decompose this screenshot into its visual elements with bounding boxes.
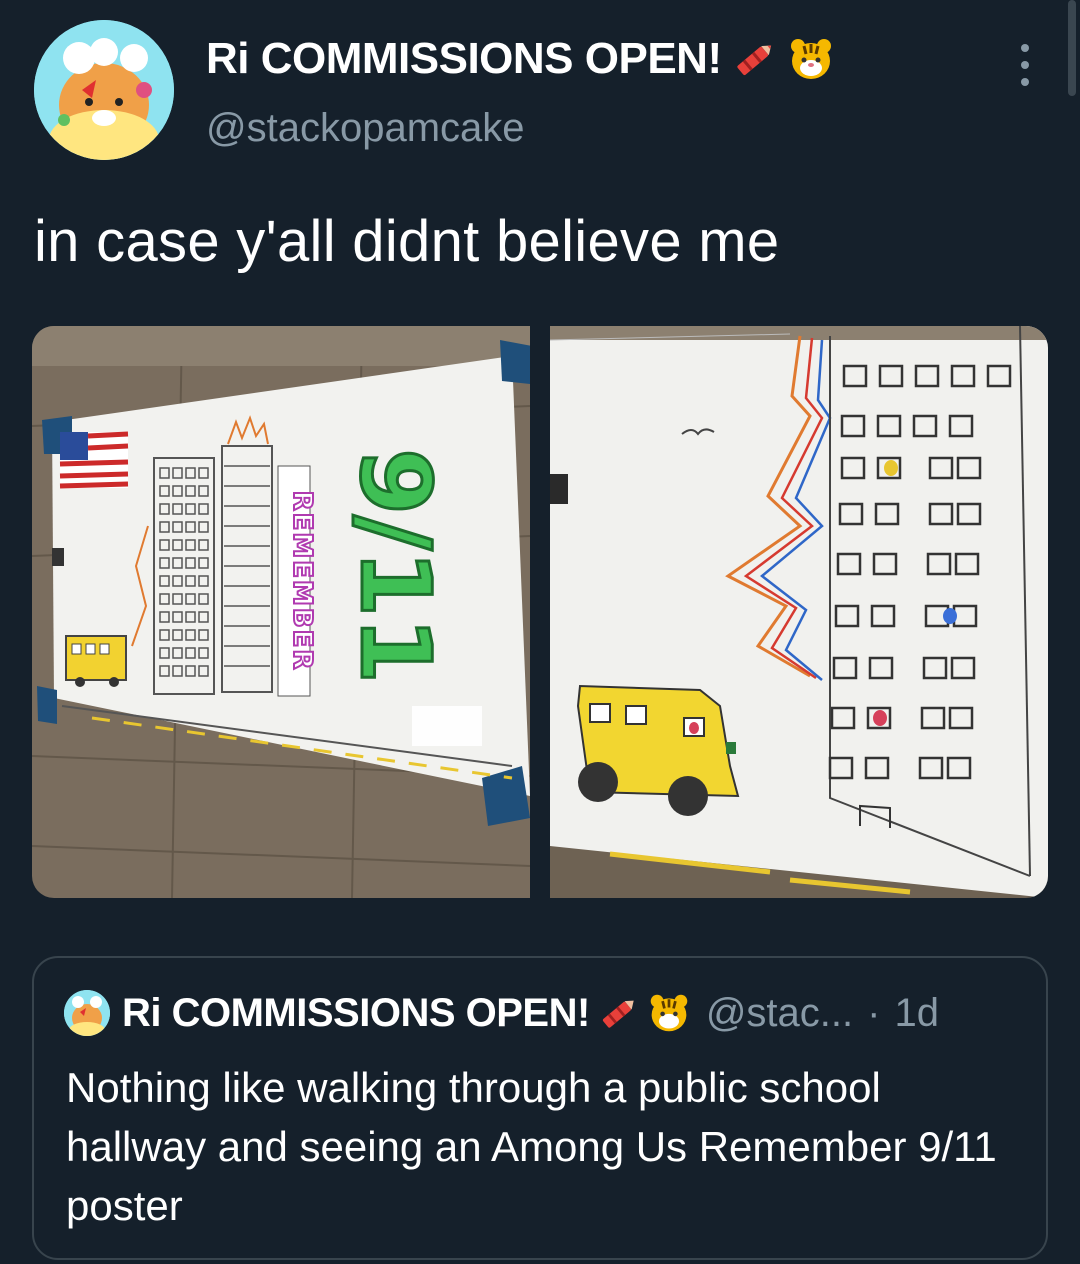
meta-separator: · [867,990,881,1035]
more-options-icon[interactable] [1010,40,1040,90]
tiger-face-icon [790,39,831,79]
author-display-name[interactable]: Ri COMMISSIONS OPEN! [206,34,834,84]
author-avatar[interactable] [34,20,174,160]
remember-text: REMEMBER [287,491,317,672]
quoted-author-name: Ri COMMISSIONS OPEN! [122,990,590,1035]
poster-full-view-photo[interactable]: REMEMBER 9/11 [32,326,530,898]
author-handle[interactable]: @stackopamcake [206,106,525,151]
poster-closeup-photo[interactable] [550,326,1048,898]
tweet-text: in case y'all didnt believe me [34,209,780,274]
crayon-icon [736,45,771,75]
quoted-tweet-card[interactable]: Ri COMMISSIONS OPEN! @stac... · 1d Nothi… [32,956,1048,1260]
author-name-text: Ri COMMISSIONS OPEN! [206,34,722,83]
quoted-author-avatar [64,990,110,1036]
tweet-media: REMEMBER 9/11 [32,326,1048,898]
quoted-tweet-header: Ri COMMISSIONS OPEN! @stac... · 1d [64,990,939,1036]
scrollbar[interactable] [1068,0,1076,96]
date-text: 9/11 [339,448,451,683]
quoted-tweet-text: Nothing like walking through a public sc… [66,1064,997,1229]
tweet-header: Ri COMMISSIONS OPEN! @stackopamcake [0,0,1080,190]
quoted-author-handle: @stac... [705,990,854,1035]
tiger-face-icon [650,994,688,1032]
crayon-icon [602,1000,634,1028]
quoted-timestamp: 1d [894,990,939,1035]
